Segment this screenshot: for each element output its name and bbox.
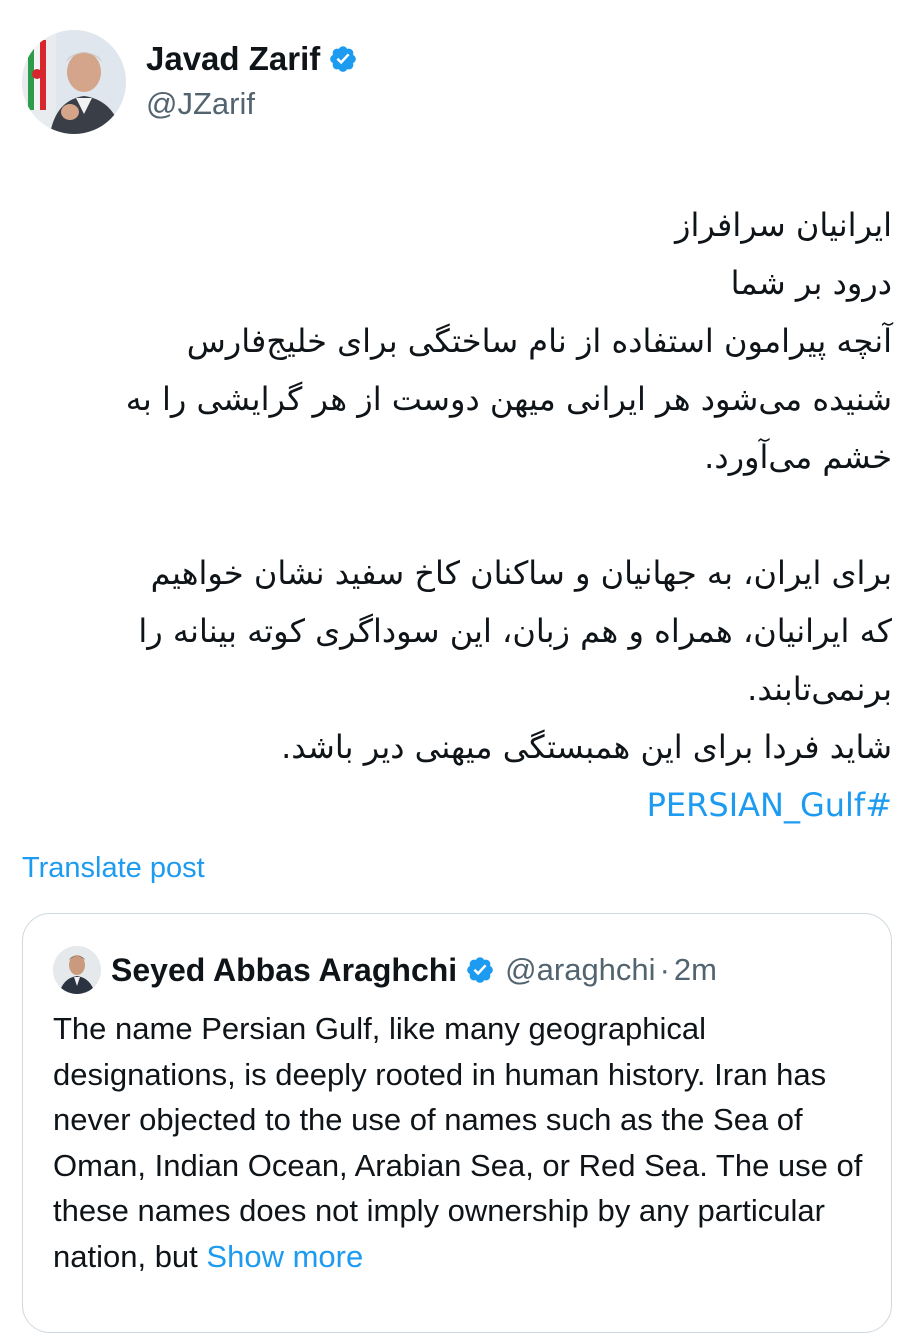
- author-handle[interactable]: @JZarif: [146, 86, 255, 122]
- quoted-author-avatar[interactable]: [53, 946, 101, 994]
- show-more-link[interactable]: Show more: [206, 1239, 363, 1274]
- tweet-line: خشم می‌آورد.: [704, 438, 892, 476]
- separator-dot: ·: [659, 952, 670, 987]
- tweet-line: ایرانیان سرافراز: [675, 206, 892, 244]
- quoted-timestamp[interactable]: 2m: [674, 952, 717, 988]
- quoted-author-handle[interactable]: @araghchi: [505, 952, 655, 988]
- quoted-author-name[interactable]: Seyed Abbas Araghchi: [111, 952, 457, 989]
- author-name[interactable]: Javad Zarif: [146, 40, 320, 78]
- quoted-tweet-header: Seyed Abbas Araghchi @araghchi · 2m: [53, 946, 717, 994]
- hashtag-link[interactable]: #PERSIAN_Gulf: [647, 786, 892, 824]
- verified-badge-icon: [328, 44, 358, 74]
- quoted-text-body: The name Persian Gulf, like many geograp…: [53, 1011, 863, 1274]
- tweet-line: برای ایران، به جهانیان و ساکنان کاخ سفید…: [150, 554, 892, 592]
- quoted-tweet-text: The name Persian Gulf, like many geograp…: [53, 1006, 873, 1279]
- verified-badge-icon: [465, 955, 495, 985]
- tweet-line: درود بر شما: [730, 264, 892, 302]
- translate-post-link[interactable]: Translate post: [22, 852, 205, 885]
- tweet-line: که ایرانیان، همراه و هم زبان، این سوداگر…: [138, 612, 892, 650]
- author-avatar[interactable]: [22, 30, 126, 134]
- tweet-line: شاید فردا برای این همبستگی میهنی دیر باش…: [281, 728, 892, 766]
- tweet-line: برنمی‌تابند.: [747, 670, 892, 708]
- quoted-tweet-card[interactable]: Seyed Abbas Araghchi @araghchi · 2m The …: [22, 913, 892, 1333]
- tweet-line: شنیده می‌شود هر ایرانی میهن دوست از هر گ…: [125, 380, 892, 418]
- tweet-text: ایرانیان سرافراز درود بر شما آنچه پیرامو…: [40, 196, 892, 834]
- tweet-header: Javad Zarif @JZarif: [22, 30, 882, 134]
- tweet-line: آنچه پیرامون استفاده از نام ساختگی برای …: [186, 322, 892, 360]
